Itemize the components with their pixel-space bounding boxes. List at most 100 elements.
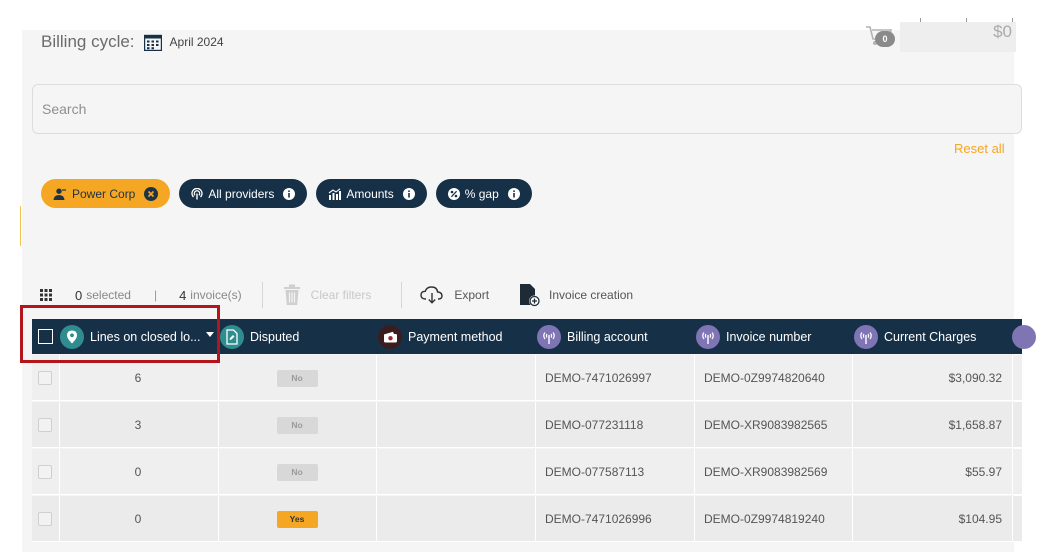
calendar-icon[interactable] xyxy=(143,34,162,51)
row-checkbox-cell xyxy=(38,449,52,495)
cloud-download-icon xyxy=(420,286,444,304)
column-header-payment-method[interactable]: Payment method xyxy=(378,319,503,354)
disputed-badge: No xyxy=(276,463,318,481)
disputed-badge: No xyxy=(276,416,318,434)
row-checkbox-cell xyxy=(38,402,52,448)
cell-current-charges: $55.97 xyxy=(965,465,1002,479)
column-divider xyxy=(376,449,377,495)
table-row[interactable]: 0 Yes DEMO-7471026996 DEMO-0Z9974819240 … xyxy=(32,496,1022,542)
cell-current-charges: $104.95 xyxy=(958,512,1002,526)
antenna-icon xyxy=(537,324,561,349)
separator: | xyxy=(153,288,158,302)
row-checkbox[interactable] xyxy=(38,371,52,385)
grid-icon[interactable] xyxy=(40,289,52,301)
column-divider xyxy=(376,496,377,542)
column-header-label: Billing account xyxy=(567,329,648,344)
cell-current-charges: $1,658.87 xyxy=(948,418,1002,432)
cell-billing-account: DEMO-077587113 xyxy=(545,465,645,479)
info-icon[interactable] xyxy=(283,187,296,200)
cell-invoice-number: DEMO-0Z9974820640 xyxy=(704,371,825,385)
chip-power-corp[interactable]: Power Corp xyxy=(41,179,171,208)
accent-divider xyxy=(20,206,21,246)
antenna-icon xyxy=(696,324,720,349)
column-divider xyxy=(535,402,536,448)
info-icon[interactable] xyxy=(402,187,415,200)
column-divider xyxy=(376,402,377,448)
column-divider xyxy=(694,449,695,495)
total-amount: $0 xyxy=(900,22,1016,52)
document-icon xyxy=(220,324,244,349)
cell-billing-account: DEMO-7471026997 xyxy=(545,371,652,385)
chip-label: % gap xyxy=(464,186,499,201)
column-divider xyxy=(1012,355,1013,401)
clear-filters-button[interactable]: Clear filters xyxy=(283,284,372,306)
cell-lines: 0 xyxy=(134,512,142,526)
table-row[interactable]: 0 No DEMO-077587113 DEMO-XR9083982569 $5… xyxy=(32,449,1022,495)
search-input[interactable] xyxy=(32,84,1022,134)
chip-label: Amounts xyxy=(346,186,394,201)
column-divider xyxy=(535,496,536,542)
column-divider xyxy=(1012,449,1013,495)
column-divider xyxy=(535,355,536,401)
antenna-icon xyxy=(854,324,878,349)
billing-cycle: Billing cycle: April 2024 xyxy=(41,32,224,52)
disputed-badge: No xyxy=(276,369,318,387)
trash-icon xyxy=(283,284,300,305)
reset-all-link[interactable]: Reset all xyxy=(954,141,1005,156)
cell-billing-account: DEMO-7471026996 xyxy=(545,512,652,526)
cell-disputed: Yes xyxy=(218,496,376,542)
row-checkbox-cell xyxy=(38,496,52,542)
column-header-label: Current Charges xyxy=(884,329,977,344)
cell-invoice-number: DEMO-XR9083982569 xyxy=(704,465,828,479)
row-checkbox[interactable] xyxy=(38,512,52,526)
cell-invoice-number: DEMO-XR9083982565 xyxy=(704,418,828,432)
column-header-current-charges[interactable]: Current Charges xyxy=(854,319,976,354)
row-checkbox[interactable] xyxy=(38,418,52,432)
column-divider xyxy=(1012,496,1013,542)
column-header-next[interactable] xyxy=(1012,319,1042,354)
document-add-icon xyxy=(520,284,541,307)
column-divider xyxy=(694,496,695,542)
export-label: Export xyxy=(454,288,490,302)
cell-disputed: No xyxy=(218,355,376,401)
column-header-disputed[interactable]: Disputed xyxy=(220,319,299,354)
antenna-icon xyxy=(1012,324,1036,349)
wallet-icon xyxy=(378,324,402,349)
column-header-label: Disputed xyxy=(250,329,300,344)
info-icon[interactable] xyxy=(507,187,520,200)
column-header-billing-account[interactable]: Billing account xyxy=(537,319,648,354)
cell-lines: 3 xyxy=(134,418,142,432)
chip-all-providers[interactable]: All providers xyxy=(179,179,308,208)
disputed-badge: Yes xyxy=(276,510,318,528)
chip-percent-gap[interactable]: % gap xyxy=(435,179,532,208)
chip-amounts[interactable]: Amounts xyxy=(316,179,427,208)
close-icon[interactable] xyxy=(144,186,159,201)
column-header-label: Invoice number xyxy=(726,329,812,344)
clear-filters-label: Clear filters xyxy=(310,288,372,302)
column-divider xyxy=(694,355,695,401)
table-toolbar: 0 selected | 4 invoice(s) Clear filters … xyxy=(40,282,633,308)
selected-label: selected xyxy=(86,288,131,302)
column-divider xyxy=(694,402,695,448)
column-divider xyxy=(535,449,536,495)
chip-label: Power Corp xyxy=(72,186,136,201)
invoice-creation-label: Invoice creation xyxy=(549,288,634,302)
billing-cycle-label: Billing cycle: xyxy=(41,32,135,51)
cart-count-badge: 0 xyxy=(875,31,895,47)
invoice-creation-button[interactable]: Invoice creation xyxy=(519,283,633,307)
column-header-invoice-number[interactable]: Invoice number xyxy=(696,319,811,354)
user-icon xyxy=(53,188,66,200)
cell-lines: 0 xyxy=(134,465,142,479)
divider xyxy=(261,282,263,308)
table-row[interactable]: 3 No DEMO-077231118 DEMO-XR9083982565 $1… xyxy=(32,402,1022,448)
antenna-icon xyxy=(191,187,203,199)
chip-label: All providers xyxy=(208,186,275,201)
cell-billing-account: DEMO-077231118 xyxy=(545,418,644,432)
column-header-label: Payment method xyxy=(408,329,503,344)
invoice-count: 4 xyxy=(179,287,187,303)
column-divider xyxy=(376,355,377,401)
row-checkbox[interactable] xyxy=(38,465,52,479)
export-button[interactable]: Export xyxy=(420,286,489,304)
chart-icon xyxy=(329,187,342,200)
billing-cycle-value[interactable]: April 2024 xyxy=(170,35,224,49)
